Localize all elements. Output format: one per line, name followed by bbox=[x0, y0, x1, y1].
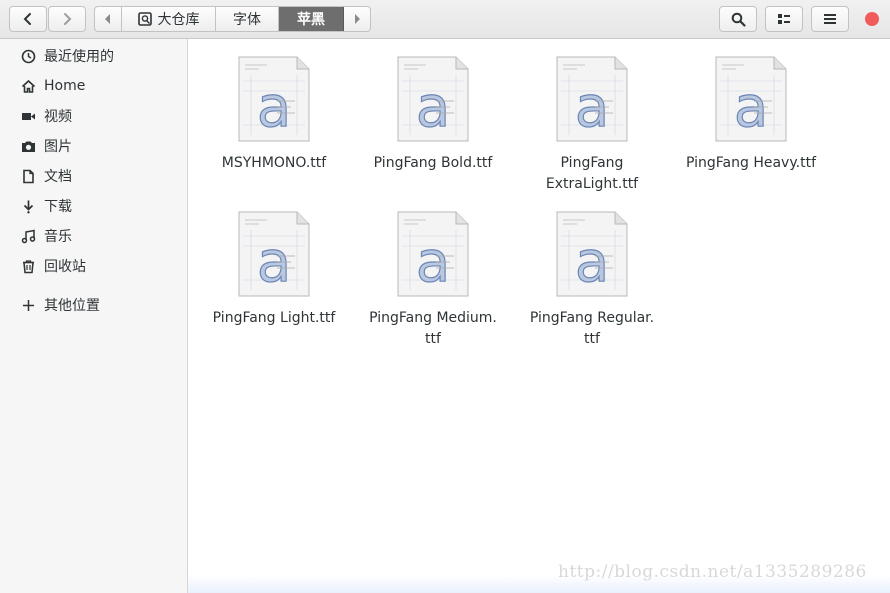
download-icon bbox=[20, 198, 36, 214]
watermark: http://blog.csdn.net/a1335289286 bbox=[558, 562, 867, 582]
file-name: MSYHMONO.ttf bbox=[221, 155, 327, 171]
sidebar-item-label: Home bbox=[44, 78, 86, 94]
file-item[interactable]: a PingFang Bold.ttf bbox=[353, 55, 513, 174]
file-item[interactable]: a PingFang ExtraLight.ttf bbox=[512, 55, 672, 195]
trash-icon bbox=[20, 258, 36, 274]
header-bar: 大仓库 字体 苹黑 bbox=[0, 0, 890, 39]
sidebar: 最近使用的 Home 视频 图片 文档 下载 音乐 回收站 其他位置 bbox=[0, 39, 188, 593]
sidebar-item-music[interactable]: 音乐 bbox=[0, 222, 187, 250]
caret-left-icon bbox=[105, 14, 110, 24]
plus-icon bbox=[20, 297, 36, 313]
font-file-icon: a bbox=[238, 211, 310, 297]
sidebar-item-label: 回收站 bbox=[44, 259, 86, 275]
forward-button[interactable] bbox=[48, 6, 86, 32]
path-bar: 大仓库 字体 苹黑 bbox=[94, 6, 371, 32]
file-item[interactable]: a PingFang Regular. ttf bbox=[512, 210, 672, 350]
path-segment-label: 字体 bbox=[233, 12, 261, 28]
file-name: PingFang Regular. ttf bbox=[529, 310, 655, 347]
sidebar-item-label: 其他位置 bbox=[44, 298, 100, 314]
video-icon bbox=[20, 108, 36, 124]
chevron-right-icon bbox=[64, 13, 72, 25]
svg-text:a: a bbox=[575, 75, 609, 140]
file-grid: a MSYHMONO.ttf a PingFang Bold.ttf a Pin… bbox=[188, 39, 890, 593]
font-file-icon: a bbox=[556, 56, 628, 142]
sidebar-item-documents[interactable]: 文档 bbox=[0, 162, 187, 190]
file-item[interactable]: a PingFang Light.ttf bbox=[194, 210, 354, 329]
home-icon bbox=[20, 78, 36, 94]
file-item[interactable]: a PingFang Medium. ttf bbox=[353, 210, 513, 350]
sidebar-item-downloads[interactable]: 下载 bbox=[0, 192, 187, 220]
font-file-icon: a bbox=[238, 56, 310, 142]
file-item[interactable]: a PingFang Heavy.ttf bbox=[671, 55, 831, 174]
file-name: PingFang Bold.ttf bbox=[373, 155, 493, 171]
sidebar-item-pictures[interactable]: 图片 bbox=[0, 132, 187, 160]
sidebar-item-label: 下载 bbox=[44, 199, 72, 215]
sidebar-item-home[interactable]: Home bbox=[0, 72, 187, 100]
svg-text:a: a bbox=[257, 230, 291, 295]
document-icon bbox=[20, 168, 36, 184]
chevron-left-icon bbox=[23, 13, 31, 25]
path-segment-current[interactable]: 苹黑 bbox=[279, 7, 344, 31]
clock-icon bbox=[20, 48, 36, 64]
window-close-button[interactable] bbox=[865, 12, 879, 26]
sidebar-item-label: 图片 bbox=[44, 139, 72, 155]
path-segment-label: 大仓库 bbox=[157, 12, 200, 28]
sidebar-item-other-locations[interactable]: 其他位置 bbox=[0, 291, 187, 319]
file-name: PingFang Heavy.ttf bbox=[686, 155, 816, 171]
file-item[interactable]: a MSYHMONO.ttf bbox=[194, 55, 354, 174]
file-name: PingFang Medium. ttf bbox=[369, 310, 497, 347]
sidebar-item-videos[interactable]: 视频 bbox=[0, 102, 187, 130]
camera-icon bbox=[20, 138, 36, 154]
sidebar-item-trash[interactable]: 回收站 bbox=[0, 252, 187, 280]
font-file-icon: a bbox=[556, 211, 628, 297]
path-segment-label: 苹黑 bbox=[297, 12, 325, 28]
view-toggle-button[interactable] bbox=[765, 6, 803, 32]
list-view-icon bbox=[778, 14, 790, 24]
svg-text:a: a bbox=[416, 230, 450, 295]
sidebar-item-label: 文档 bbox=[44, 169, 72, 185]
svg-text:a: a bbox=[734, 75, 768, 140]
path-segment-drive[interactable]: 大仓库 bbox=[122, 7, 216, 31]
sidebar-item-label: 音乐 bbox=[44, 229, 72, 245]
hamburger-menu-icon bbox=[824, 14, 836, 24]
sidebar-item-label: 视频 bbox=[44, 109, 72, 125]
path-segment-fonts[interactable]: 字体 bbox=[216, 7, 279, 31]
font-file-icon: a bbox=[397, 211, 469, 297]
drive-icon bbox=[137, 12, 152, 26]
svg-text:a: a bbox=[257, 75, 291, 140]
path-scroll-left-button[interactable] bbox=[95, 7, 122, 31]
music-icon bbox=[20, 228, 36, 244]
search-button[interactable] bbox=[719, 6, 757, 32]
font-file-icon: a bbox=[397, 56, 469, 142]
sidebar-item-label: 最近使用的 bbox=[44, 49, 114, 65]
menu-button[interactable] bbox=[811, 6, 849, 32]
svg-text:a: a bbox=[416, 75, 450, 140]
file-name: PingFang ExtraLight.ttf bbox=[545, 155, 639, 192]
path-scroll-right-button[interactable] bbox=[344, 7, 370, 31]
font-file-icon: a bbox=[715, 56, 787, 142]
file-name: PingFang Light.ttf bbox=[212, 310, 336, 326]
svg-text:a: a bbox=[575, 230, 609, 295]
caret-right-icon bbox=[355, 14, 360, 24]
back-button[interactable] bbox=[9, 6, 47, 32]
sidebar-item-recent[interactable]: 最近使用的 bbox=[0, 42, 187, 70]
search-icon bbox=[731, 12, 746, 27]
